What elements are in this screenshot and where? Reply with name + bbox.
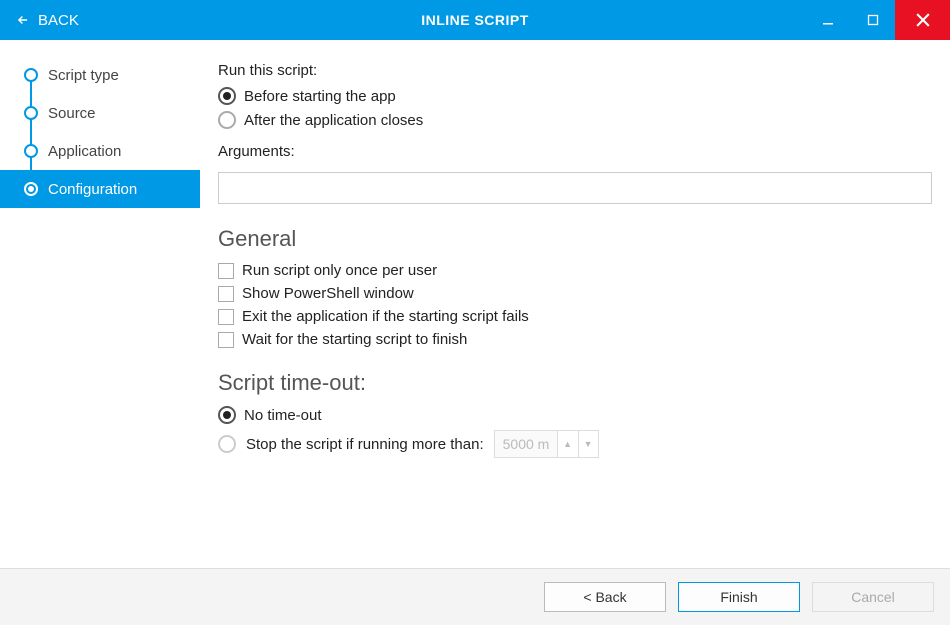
minimize-button[interactable] xyxy=(805,0,850,40)
wizard-sidebar: Script type Source Application Configura… xyxy=(0,40,200,568)
step-label: Source xyxy=(48,105,96,122)
timeout-spinner: ▲ ▼ xyxy=(494,430,599,458)
close-button[interactable] xyxy=(895,0,950,40)
checkbox-show-window-label: Show PowerShell window xyxy=(242,285,414,302)
window-controls xyxy=(805,0,950,40)
arguments-input[interactable] xyxy=(218,172,932,204)
radio-no-timeout-label: No time-out xyxy=(244,407,322,424)
cancel-button: Cancel xyxy=(812,582,934,612)
spinner-up-button[interactable]: ▲ xyxy=(558,431,578,457)
step-circle-icon xyxy=(24,68,38,82)
back-arrow-icon xyxy=(16,13,30,27)
maximize-button[interactable] xyxy=(850,0,895,40)
checkbox-show-window[interactable] xyxy=(218,286,234,302)
back-footer-button[interactable]: < Back xyxy=(544,582,666,612)
back-label: BACK xyxy=(38,12,79,29)
timeout-heading: Script time-out: xyxy=(218,370,932,396)
checkbox-once-per-user[interactable] xyxy=(218,263,234,279)
step-label: Application xyxy=(48,143,121,160)
radio-no-timeout[interactable] xyxy=(218,406,236,424)
checkbox-wait-finish-label: Wait for the starting script to finish xyxy=(242,331,467,348)
footer: < Back Finish Cancel xyxy=(0,568,950,625)
radio-after-close-label: After the application closes xyxy=(244,112,423,129)
timeout-value-input[interactable] xyxy=(495,431,557,457)
step-circle-icon xyxy=(24,182,38,196)
radio-before-start-label: Before starting the app xyxy=(244,88,396,105)
checkbox-once-per-user-label: Run script only once per user xyxy=(242,262,437,279)
radio-stop-timeout-label: Stop the script if running more than: xyxy=(246,436,484,453)
checkbox-exit-on-fail-label: Exit the application if the starting scr… xyxy=(242,308,529,325)
main-panel: Run this script: Before starting the app… xyxy=(200,40,950,568)
step-connector-line xyxy=(30,75,32,190)
back-button[interactable]: BACK xyxy=(0,0,95,40)
step-circle-icon xyxy=(24,106,38,120)
arguments-label: Arguments: xyxy=(218,143,932,160)
step-label: Script type xyxy=(48,67,119,84)
step-label: Configuration xyxy=(48,181,137,198)
radio-after-close[interactable] xyxy=(218,111,236,129)
run-script-label: Run this script: xyxy=(218,62,932,79)
checkbox-wait-finish[interactable] xyxy=(218,332,234,348)
finish-button[interactable]: Finish xyxy=(678,582,800,612)
radio-stop-timeout[interactable] xyxy=(218,435,236,453)
checkbox-exit-on-fail[interactable] xyxy=(218,309,234,325)
general-heading: General xyxy=(218,226,932,252)
radio-before-start[interactable] xyxy=(218,87,236,105)
titlebar: BACK INLINE SCRIPT xyxy=(0,0,950,40)
window-title: INLINE SCRIPT xyxy=(421,12,529,28)
spinner-down-button[interactable]: ▼ xyxy=(578,431,598,457)
step-circle-icon xyxy=(24,144,38,158)
